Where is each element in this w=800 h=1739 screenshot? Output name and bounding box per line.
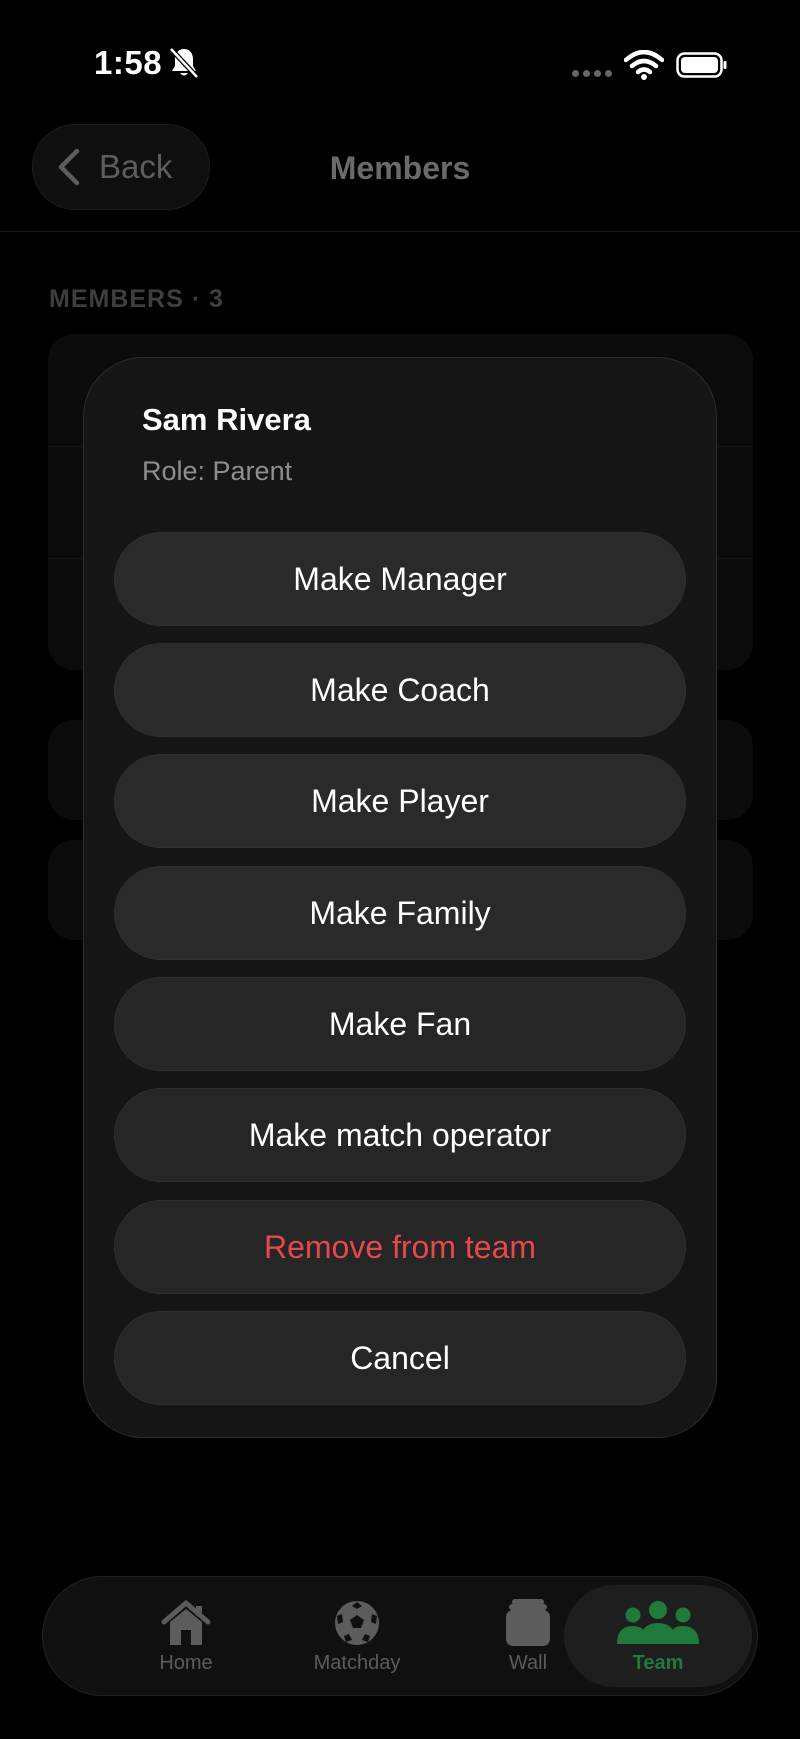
cancel-button[interactable]: Cancel [114,1311,686,1405]
remove-from-team-button[interactable]: Remove from team [114,1200,686,1294]
tab-team[interactable]: Team [564,1585,752,1687]
stack-icon [506,1598,550,1646]
tab-bar: Home Matchday Wall Team [42,1576,758,1696]
battery-icon [676,52,727,78]
make-fan-button[interactable]: Make Fan [114,977,686,1071]
member-role: Role: Parent [142,456,293,486]
status-time: 1:58 [94,44,163,81]
members-section-label: MEMBERS · 3 [49,285,224,313]
nav-header: Back Members [0,120,800,232]
bell-slash-icon [169,47,199,79]
member-name: Sam Rivera [142,402,311,437]
people-icon [617,1600,699,1644]
wifi-icon [624,50,664,80]
tab-matchday[interactable]: Matchday [272,1577,442,1695]
make-manager-button[interactable]: Make Manager [114,532,686,626]
status-bar: 1:58 [0,0,800,120]
make-match-operator-button[interactable]: Make match operator [114,1088,686,1182]
page-title: Members [329,150,471,186]
member-action-sheet: Sam Rivera Role: Parent Make Manager Mak… [83,357,717,1438]
tab-label: Matchday [313,1651,401,1674]
tab-label: Team [632,1651,684,1674]
soccer-ball-icon [335,1600,379,1645]
house-icon [161,1600,211,1645]
make-family-button[interactable]: Make Family [114,866,686,960]
tab-label: Home [159,1651,213,1674]
make-coach-button[interactable]: Make Coach [114,643,686,737]
tab-home[interactable]: Home [101,1577,271,1695]
make-player-button[interactable]: Make Player [114,754,686,848]
tab-label: Wall [508,1651,548,1674]
signal-dots-icon [572,70,612,77]
